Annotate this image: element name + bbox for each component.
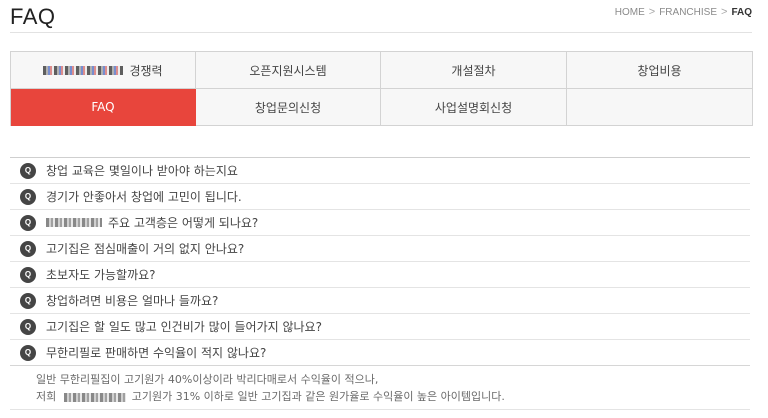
faq-question-text: 무한리필로 판매하면 수익율이 적지 않나요? — [46, 346, 267, 360]
faq-question-text: 고기집은 할 일도 많고 인건비가 많이 들어가지 않나요? — [46, 320, 322, 334]
q-badge-icon: Q — [20, 240, 36, 257]
faq-question[interactable]: Q 경기가 안좋아서 창업에 고민이 됩니다. — [10, 184, 750, 210]
menu-opening-steps[interactable]: 개설절차 — [381, 52, 567, 89]
menu-faq[interactable]: FAQ — [11, 89, 196, 126]
menu-empty-cell — [567, 89, 753, 126]
q-badge-icon: Q — [20, 266, 36, 283]
faq-answer-prefix: 저희 — [36, 390, 57, 403]
breadcrumb-home[interactable]: HOME — [615, 7, 645, 18]
faq-question-text: 창업하려면 비용은 얼마나 들까요? — [46, 294, 219, 308]
q-badge-icon: Q — [20, 214, 36, 231]
franchise-submenu: 경쟁력 오픈지원시스템 개설절차 창업비용 FAQ 창업문의신청 사업설명회신청 — [10, 51, 753, 126]
faq-answer: 일반 무한리필집이 고기원가 40%이상이라 박리다매로서 수익율이 적으나, … — [10, 366, 750, 410]
faq-question[interactable]: Q 초보자도 가능할까요? — [10, 262, 750, 288]
faq-question-expanded[interactable]: Q 무한리필로 판매하면 수익율이 적지 않나요? — [10, 340, 750, 366]
faq-question-text: 경기가 안좋아서 창업에 고민이 됩니다. — [46, 190, 242, 204]
breadcrumb-franchise[interactable]: FRANCHISE — [659, 7, 717, 18]
blurred-brand-name — [43, 65, 124, 75]
faq-list: Q 창업 교육은 몇일이나 받아야 하는지요 Q 경기가 안좋아서 창업에 고민… — [10, 157, 750, 410]
faq-question-text: 창업 교육은 몇일이나 받아야 하는지요 — [46, 164, 238, 178]
menu-briefing-apply[interactable]: 사업설명회신청 — [381, 89, 567, 126]
q-badge-icon: Q — [20, 292, 36, 309]
menu-competitiveness[interactable]: 경쟁력 — [11, 52, 196, 89]
chevron-right-icon: > — [648, 6, 656, 18]
faq-question-text: 주요 고객층은 어떻게 되나요? — [108, 216, 259, 230]
faq-question[interactable]: Q 창업 교육은 몇일이나 받아야 하는지요 — [10, 158, 750, 184]
faq-answer-line: 일반 무한리필집이 고기원가 40%이상이라 박리다매로서 수익율이 적으나, — [36, 373, 379, 386]
breadcrumb-current: FAQ — [731, 6, 752, 18]
title-divider — [10, 32, 752, 33]
blurred-brand-name — [46, 218, 102, 227]
faq-question[interactable]: Q 고기집은 점심매출이 거의 없지 안나요? — [10, 236, 750, 262]
faq-answer-text: 고기원가 31% 이하로 일반 고기집과 같은 원가율로 수익율이 높은 아이템… — [131, 390, 505, 403]
breadcrumb: HOME > FRANCHISE > FAQ — [615, 6, 752, 18]
page-title: FAQ — [10, 4, 56, 29]
faq-question-text: 고기집은 점심매출이 거의 없지 안나요? — [46, 242, 245, 256]
menu-startup-cost[interactable]: 창업비용 — [567, 52, 753, 89]
q-badge-icon: Q — [20, 162, 36, 179]
faq-question[interactable]: Q 고기집은 할 일도 많고 인건비가 많이 들어가지 않나요? — [10, 314, 750, 340]
q-badge-icon: Q — [20, 188, 36, 205]
blurred-brand-name — [63, 392, 126, 402]
menu-startup-inquiry[interactable]: 창업문의신청 — [196, 89, 381, 126]
chevron-right-icon: > — [721, 6, 728, 18]
q-badge-icon: Q — [20, 318, 36, 335]
faq-question-text: 초보자도 가능할까요? — [46, 268, 156, 282]
menu-competitiveness-label: 경쟁력 — [129, 63, 163, 78]
menu-support-system[interactable]: 오픈지원시스템 — [196, 52, 381, 89]
faq-question[interactable]: Q 창업하려면 비용은 얼마나 들까요? — [10, 288, 750, 314]
faq-answer-line: 저희 고기원가 31% 이하로 일반 고기집과 같은 원가율로 수익율이 높은 … — [36, 388, 750, 405]
faq-question[interactable]: Q 주요 고객층은 어떻게 되나요? — [10, 210, 750, 236]
q-badge-icon: Q — [20, 344, 36, 361]
